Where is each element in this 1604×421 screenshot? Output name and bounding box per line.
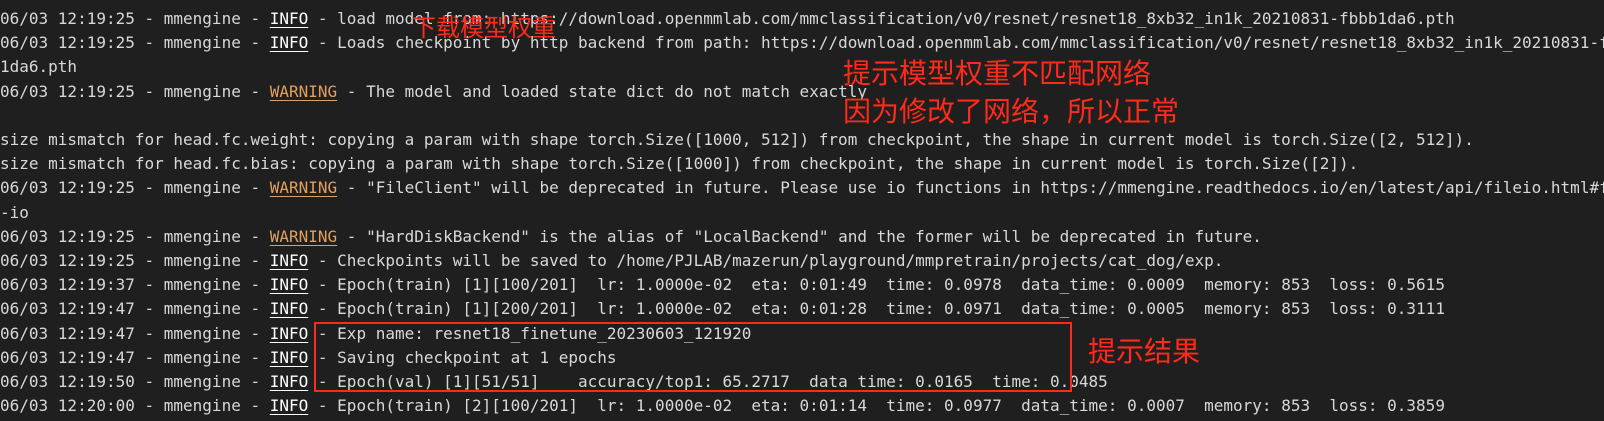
log-line: 06/03 12:19:25 - mmengine - WARNING - Th… — [0, 81, 867, 101]
log-timestamp: 06/03 12:20:00 — [0, 396, 135, 416]
log-source: mmengine — [163, 372, 241, 391]
log-level: WARNING — [269, 81, 338, 101]
log-level: INFO — [269, 299, 309, 319]
log-level: WARNING — [269, 226, 338, 246]
log-level: INFO — [269, 251, 309, 270]
log-line: 06/03 12:19:37 - mmengine - INFO - Epoch… — [0, 275, 1445, 295]
log-source: mmengine — [163, 347, 241, 367]
log-level: INFO — [269, 347, 309, 367]
terminal-window[interactable]: 06/03 12:19:25 - mmengine - INFO - load … — [0, 0, 1604, 421]
log-line: 06/03 12:19:25 - mmengine - INFO - Loads… — [0, 31, 1604, 55]
annotation-download: 下载模型权重 — [412, 14, 556, 42]
log-source: mmengine — [163, 275, 241, 295]
log-line: 06/03 12:19:25 - mmengine - INFO - Check… — [0, 251, 1224, 270]
log-timestamp: 06/03 12:19:25 — [0, 251, 135, 270]
log-message: Epoch(train) [1][200/201] lr: 1.0000e-02… — [337, 299, 1445, 319]
log-level: INFO — [269, 9, 309, 28]
log-message: Checkpoints will be saved to /home/PJLAB… — [337, 251, 1224, 270]
log-timestamp: 06/03 12:19:25 — [0, 81, 135, 101]
log-message: The model and loaded state dict do not m… — [366, 81, 867, 101]
log-source: mmengine — [163, 178, 241, 198]
log-text: 1da6.pth — [0, 57, 78, 77]
log-level: INFO — [269, 372, 309, 391]
log-source: mmengine — [163, 251, 241, 270]
log-timestamp: 06/03 12:19:25 — [0, 178, 135, 198]
log-text: size mismatch for head.fc.weight: copyin… — [0, 130, 1474, 149]
annotation-mismatch-2: 因为修改了网络，所以正常 — [843, 95, 1180, 128]
log-timestamp: 06/03 12:19:37 — [0, 275, 135, 295]
log-line: 06/03 12:19:25 - mmengine - WARNING - "H… — [0, 226, 1262, 246]
log-message: "HardDiskBackend" is the alias of "Local… — [366, 226, 1262, 246]
log-message: Epoch(train) [1][100/201] lr: 1.0000e-02… — [337, 275, 1445, 295]
log-line: 06/03 12:20:00 - mmengine - INFO - Epoch… — [0, 396, 1445, 416]
log-source: mmengine — [163, 323, 241, 343]
log-source: mmengine — [163, 9, 241, 28]
log-level: INFO — [269, 33, 309, 53]
log-timestamp: 06/03 12:19:25 — [0, 9, 135, 28]
log-level: INFO — [269, 323, 309, 343]
log-timestamp: 06/03 12:19:25 — [0, 33, 135, 53]
result-highlight-box — [314, 322, 1072, 392]
log-line: size mismatch for head.fc.weight: copyin… — [0, 128, 1474, 152]
log-message: "FileClient" will be deprecated in futur… — [366, 178, 1604, 198]
log-source: mmengine — [163, 226, 241, 246]
annotation-result: 提示结果 — [1088, 335, 1201, 368]
log-source: mmengine — [163, 396, 241, 416]
log-text: size mismatch for head.fc.bias: copying … — [0, 154, 1359, 174]
log-line: 06/03 12:19:25 - mmengine - WARNING - "F… — [0, 176, 1604, 200]
log-timestamp: 06/03 12:19:50 — [0, 372, 135, 391]
log-source: mmengine — [163, 299, 241, 319]
log-line: -io — [0, 201, 29, 225]
log-timestamp: 06/03 12:19:25 — [0, 226, 135, 246]
log-level: INFO — [269, 275, 309, 295]
log-message: Epoch(train) [2][100/201] lr: 1.0000e-02… — [337, 396, 1445, 416]
annotation-mismatch-1: 提示模型权重不匹配网络 — [843, 57, 1152, 90]
log-line: size mismatch for head.fc.bias: copying … — [0, 152, 1358, 176]
log-line: 06/03 12:19:47 - mmengine - INFO - Epoch… — [0, 299, 1445, 319]
log-timestamp: 06/03 12:19:47 — [0, 299, 135, 319]
log-timestamp: 06/03 12:19:47 — [0, 347, 135, 367]
log-line: 1da6.pth — [0, 55, 77, 79]
log-timestamp: 06/03 12:19:47 — [0, 323, 135, 343]
log-source: mmengine — [163, 33, 241, 53]
log-line: 06/03 12:19:25 - mmengine - INFO - load … — [0, 9, 1455, 28]
log-text: -io — [0, 202, 29, 222]
log-level: INFO — [269, 396, 309, 416]
log-source: mmengine — [163, 81, 241, 101]
log-level: WARNING — [269, 178, 338, 198]
